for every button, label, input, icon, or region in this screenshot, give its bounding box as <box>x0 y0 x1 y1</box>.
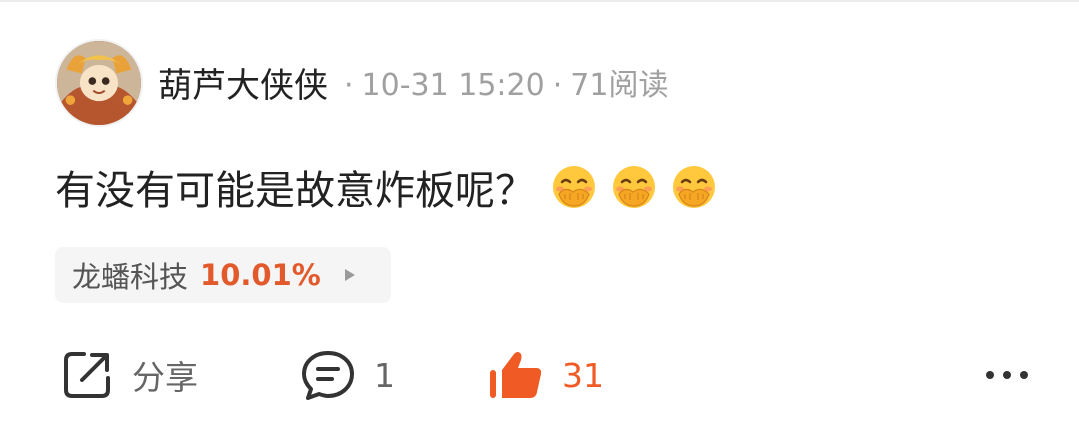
covering-mouth-laugh-emoji <box>613 166 655 208</box>
comment-icon <box>300 348 356 402</box>
divider <box>0 0 1079 2</box>
read-count: 71阅读 <box>570 68 669 103</box>
post-meta: · 10-31 15:20 · 71阅读 <box>336 60 668 104</box>
post-card: 葫芦大侠侠 ·10-31 15:20·71阅读 有没有可能是故意炸板呢？ <box>0 0 1079 429</box>
comment-count: 1 <box>374 355 395 395</box>
stock-change: 10.01% <box>200 258 321 292</box>
post-body: 有没有可能是故意炸板呢？ <box>55 157 717 217</box>
like-button[interactable]: 31 <box>488 343 604 407</box>
share-icon <box>60 348 114 402</box>
more-button[interactable] <box>980 343 1034 407</box>
avatar[interactable] <box>55 39 143 127</box>
stock-name: 龙蟠科技 <box>72 260 189 294</box>
emoji-group <box>551 164 717 210</box>
thumbs-up-icon <box>488 350 544 400</box>
stock-tag[interactable]: 龙蟠科技 10.01% <box>55 247 391 303</box>
share-button[interactable]: 分享 <box>60 343 198 407</box>
share-label: 分享 <box>132 358 198 397</box>
action-bar: 分享 1 31 <box>0 343 1079 407</box>
play-arrow-icon <box>344 269 355 281</box>
username[interactable]: 葫芦大侠侠 <box>158 58 328 107</box>
comment-button[interactable]: 1 <box>300 343 395 407</box>
post-date: 10-31 15:20 <box>361 68 545 103</box>
covering-mouth-laugh-emoji <box>553 166 595 208</box>
post-text: 有没有可能是故意炸板呢？ <box>55 168 535 214</box>
more-icon <box>980 368 1034 382</box>
like-count: 31 <box>562 355 604 395</box>
post-header: 葫芦大侠侠 · 10-31 15:20 · 71阅读 <box>158 58 668 106</box>
meta-separator: · <box>552 68 563 103</box>
meta-separator: · <box>344 68 354 103</box>
covering-mouth-laugh-emoji <box>673 166 715 208</box>
